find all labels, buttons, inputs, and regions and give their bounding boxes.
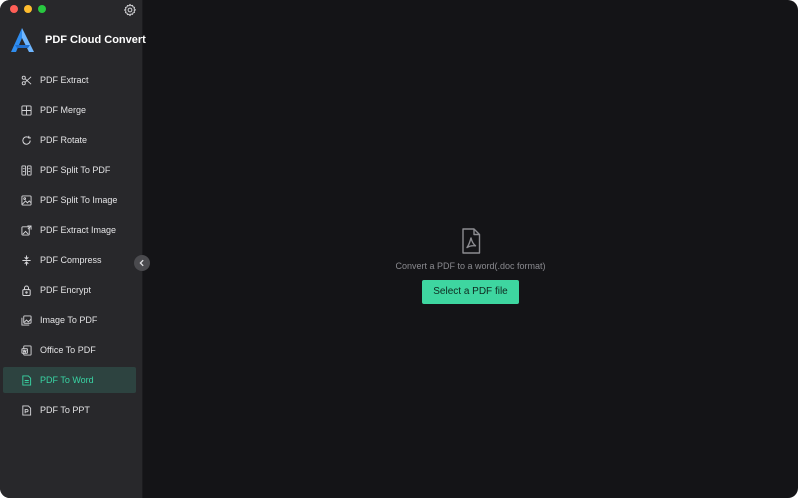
close-window-button[interactable] (10, 5, 18, 13)
sidebar-item-pdf-extract[interactable]: PDF Extract (3, 67, 136, 93)
sidebar-item-pdf-extract-image[interactable]: PDF Extract Image (3, 217, 136, 243)
sidebar-item-label: Office To PDF (40, 345, 96, 355)
scissors-icon (21, 75, 32, 86)
window-controls (10, 5, 46, 13)
app-name: PDF Cloud Convert (45, 34, 146, 46)
brand: PDF Cloud Convert (9, 27, 146, 53)
sidebar-item-label: PDF Split To PDF (40, 165, 111, 175)
sidebar-item-pdf-compress[interactable]: PDF Compress (3, 247, 136, 273)
rotate-icon (21, 135, 32, 146)
minimize-window-button[interactable] (24, 5, 32, 13)
sidebar-item-label: PDF Extract (40, 75, 89, 85)
empty-state: Convert a PDF to a word(.doc format) Sel… (143, 228, 798, 304)
sidebar-item-pdf-merge[interactable]: PDF Merge (3, 97, 136, 123)
empty-state-hint: Convert a PDF to a word(.doc format) (395, 261, 546, 271)
app-logo-icon (11, 28, 34, 52)
sidebar-item-label: PDF To PPT (40, 405, 90, 415)
word-doc-icon (21, 374, 32, 386)
compress-icon (21, 254, 32, 266)
main-content: Convert a PDF to a word(.doc format) Sel… (143, 0, 798, 498)
sidebar-item-pdf-to-word[interactable]: PDF To Word (3, 367, 136, 393)
images-icon (21, 314, 32, 326)
sidebar-item-pdf-split-to-pdf[interactable]: PDF Split To PDF (3, 157, 136, 183)
sidebar-item-pdf-split-to-image[interactable]: PDF Split To Image (3, 187, 136, 213)
sidebar: PDF Cloud Convert PDF Extract PDF Merge … (0, 0, 146, 498)
sidebar-item-label: PDF To Word (40, 375, 94, 385)
sidebar-item-label: PDF Split To Image (40, 195, 118, 205)
sidebar-item-label: Image To PDF (40, 315, 98, 325)
zoom-window-button[interactable] (38, 5, 46, 13)
sidebar-item-pdf-encrypt[interactable]: PDF Encrypt (3, 277, 136, 303)
sidebar-item-pdf-rotate[interactable]: PDF Rotate (3, 127, 136, 153)
lock-icon (21, 285, 32, 296)
split-image-icon (21, 194, 32, 206)
sidebar-item-label: PDF Extract Image (40, 225, 117, 235)
sidebar-item-label: PDF Rotate (40, 135, 88, 145)
office-icon (21, 344, 32, 356)
sidebar-item-label: PDF Compress (40, 255, 102, 265)
ppt-doc-icon (21, 404, 32, 416)
sidebar-item-office-to-pdf[interactable]: Office To PDF (3, 337, 136, 363)
sidebar-item-pdf-to-ppt[interactable]: PDF To PPT (3, 397, 136, 423)
pdf-file-icon (461, 228, 480, 254)
sidebar-nav: PDF Extract PDF Merge PDF Rotate PDF Spl… (3, 67, 136, 427)
select-pdf-button[interactable]: Select a PDF file (422, 280, 519, 304)
gear-icon[interactable] (123, 3, 137, 17)
app-window: PDF Cloud Convert PDF Extract PDF Merge … (0, 0, 798, 498)
extract-image-icon (21, 224, 32, 236)
sidebar-item-label: PDF Merge (40, 105, 87, 115)
split-pdf-icon (21, 164, 32, 176)
sidebar-item-label: PDF Encrypt (40, 285, 92, 295)
sidebar-item-image-to-pdf[interactable]: Image To PDF (3, 307, 136, 333)
merge-icon (21, 104, 32, 116)
